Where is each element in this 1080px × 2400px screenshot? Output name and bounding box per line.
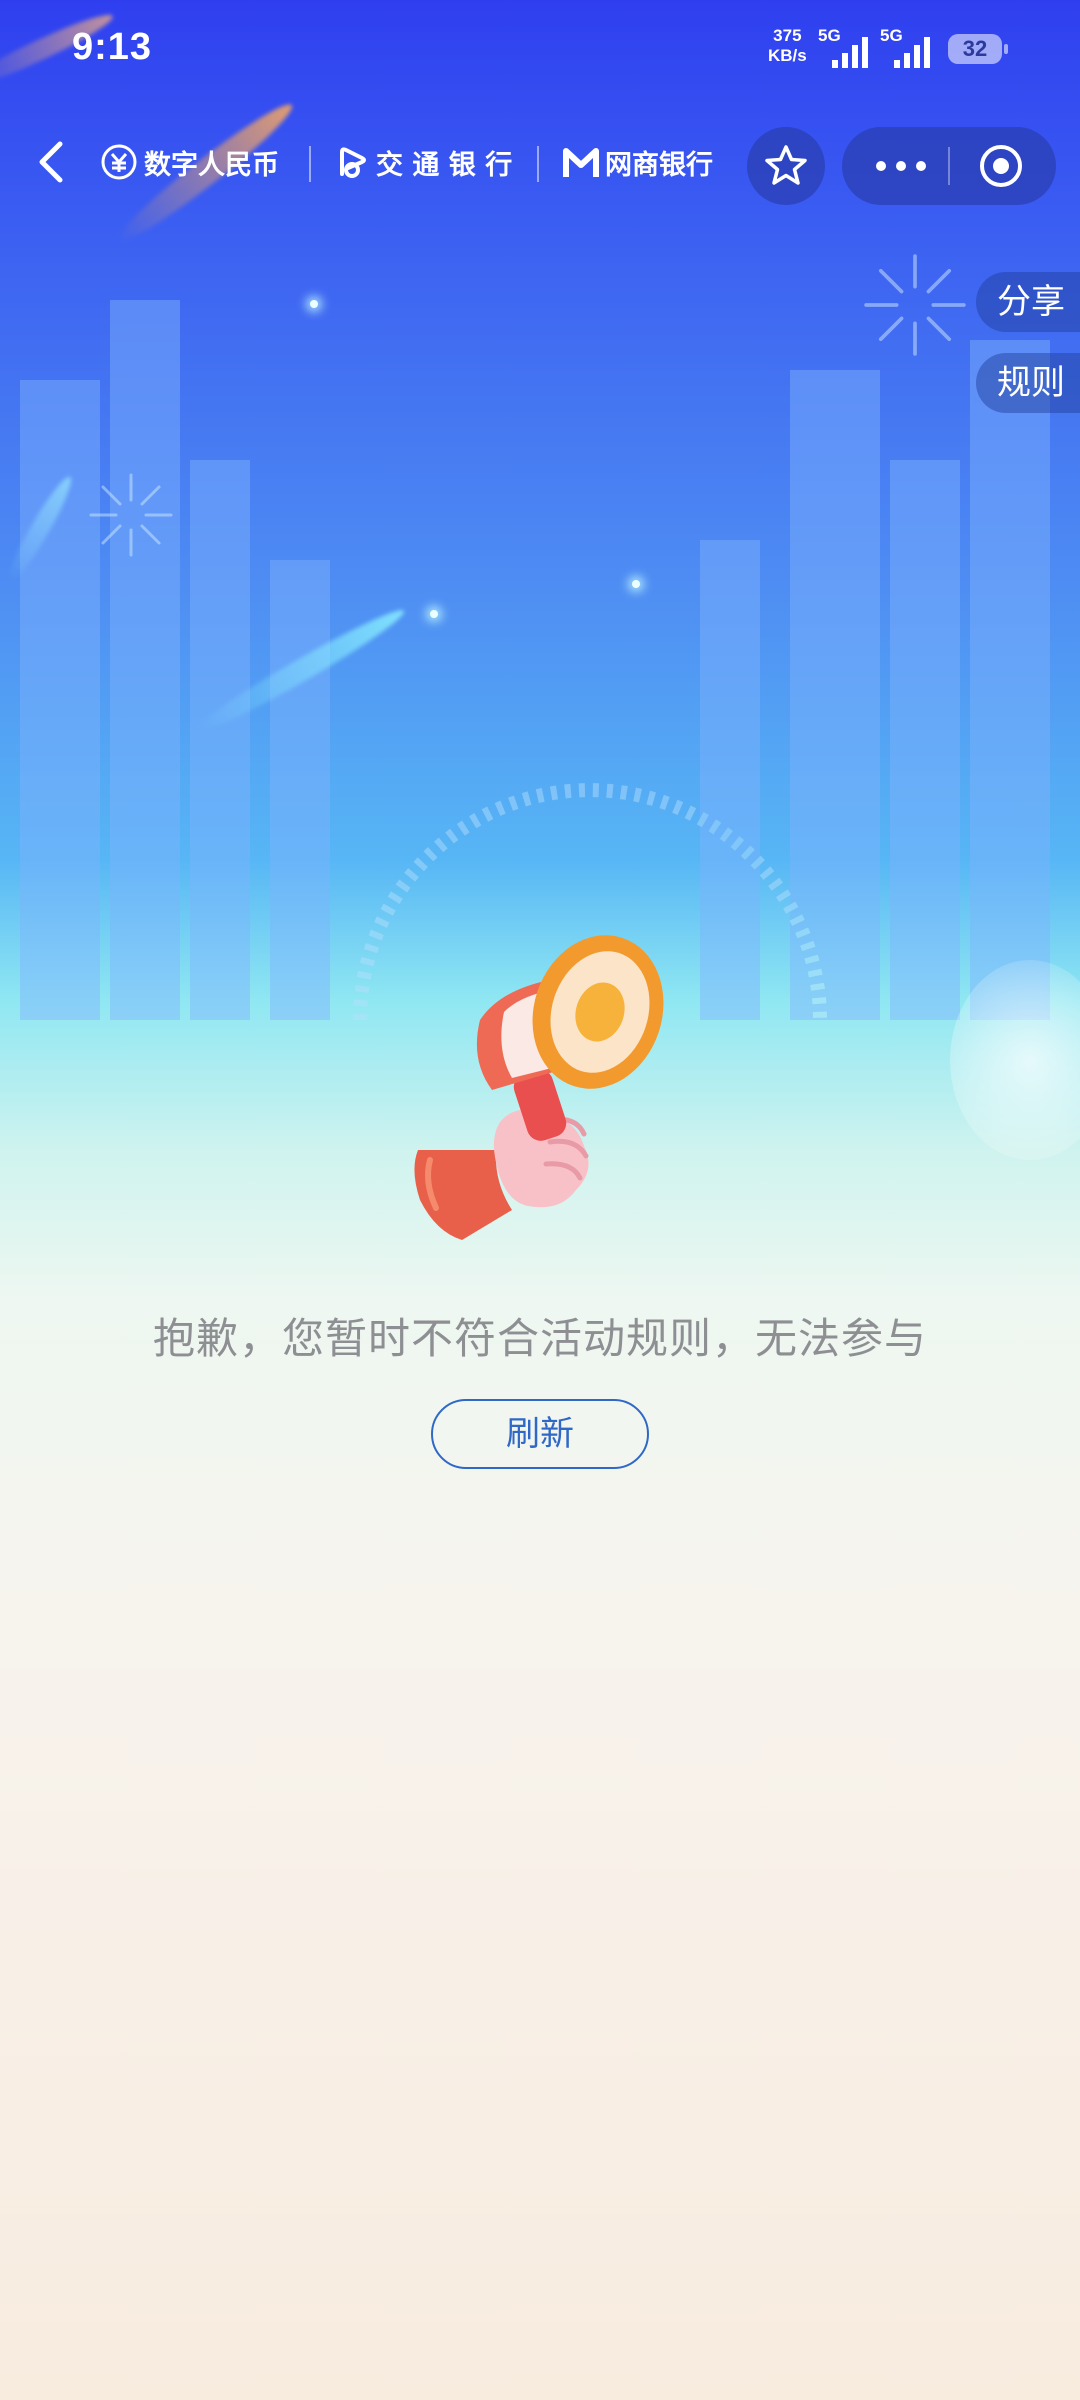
battery-level: 32 [948, 34, 1008, 64]
network-speed-value: 375 [773, 26, 802, 45]
brand-divider [537, 146, 539, 182]
brand-mybank: 网商银行 [563, 142, 713, 182]
megaphone-hand-icon [414, 935, 664, 1240]
brand-mybank-label: 网商银行 [605, 149, 713, 181]
refresh-button[interactable]: 刷新 [431, 1399, 649, 1469]
brand-bocom: 交 通 银 行 [334, 142, 512, 182]
firework-icon [864, 254, 966, 356]
brand-e-cny-label: 数字人民币 [144, 149, 279, 181]
status-bar: 9:13 375 KB/s 5G 5G 32 [0, 0, 1080, 100]
favorite-button[interactable] [747, 127, 825, 205]
chevron-left-icon [39, 141, 63, 183]
city-skyline-background [20, 300, 1050, 1020]
star-icon [765, 145, 807, 185]
target-circle-icon[interactable] [978, 143, 1024, 189]
bocom-icon [340, 147, 366, 178]
brand-bocom-label: 交 通 银 行 [376, 149, 513, 181]
capsule-divider [948, 147, 950, 185]
brand-e-cny: 数字人民币 [100, 142, 279, 182]
network-speed: 375 KB/s [768, 26, 807, 66]
sparkle [632, 580, 640, 588]
share-tab[interactable]: 分享 [976, 272, 1080, 332]
mini-program-capsule [842, 127, 1056, 205]
firework-icon [89, 473, 173, 557]
signal-bars-icon [832, 37, 868, 68]
signal-2: 5G [880, 26, 938, 68]
signal-1: 5G [818, 26, 876, 68]
mybank-icon [563, 148, 599, 177]
activity-page: 9:13 375 KB/s 5G 5G 32 数字人民币 交 通 银 行 网商银… [0, 0, 1080, 2400]
brand-divider [309, 146, 311, 182]
network-speed-unit: KB/s [768, 46, 807, 65]
signal-bars-icon [894, 37, 930, 68]
status-time: 9:13 [72, 26, 153, 68]
sparkle [430, 610, 438, 618]
e-cny-icon [101, 144, 137, 180]
rules-tab[interactable]: 规则 [976, 353, 1080, 413]
more-dots-icon[interactable] [876, 161, 926, 171]
back-button[interactable] [24, 132, 84, 192]
nav-bar: 数字人民币 交 通 银 行 网商银行 [0, 120, 1080, 210]
sparkle [310, 300, 318, 308]
ineligible-message: 抱歉，您暂时不符合活动规则，无法参与 [152, 1314, 927, 1363]
